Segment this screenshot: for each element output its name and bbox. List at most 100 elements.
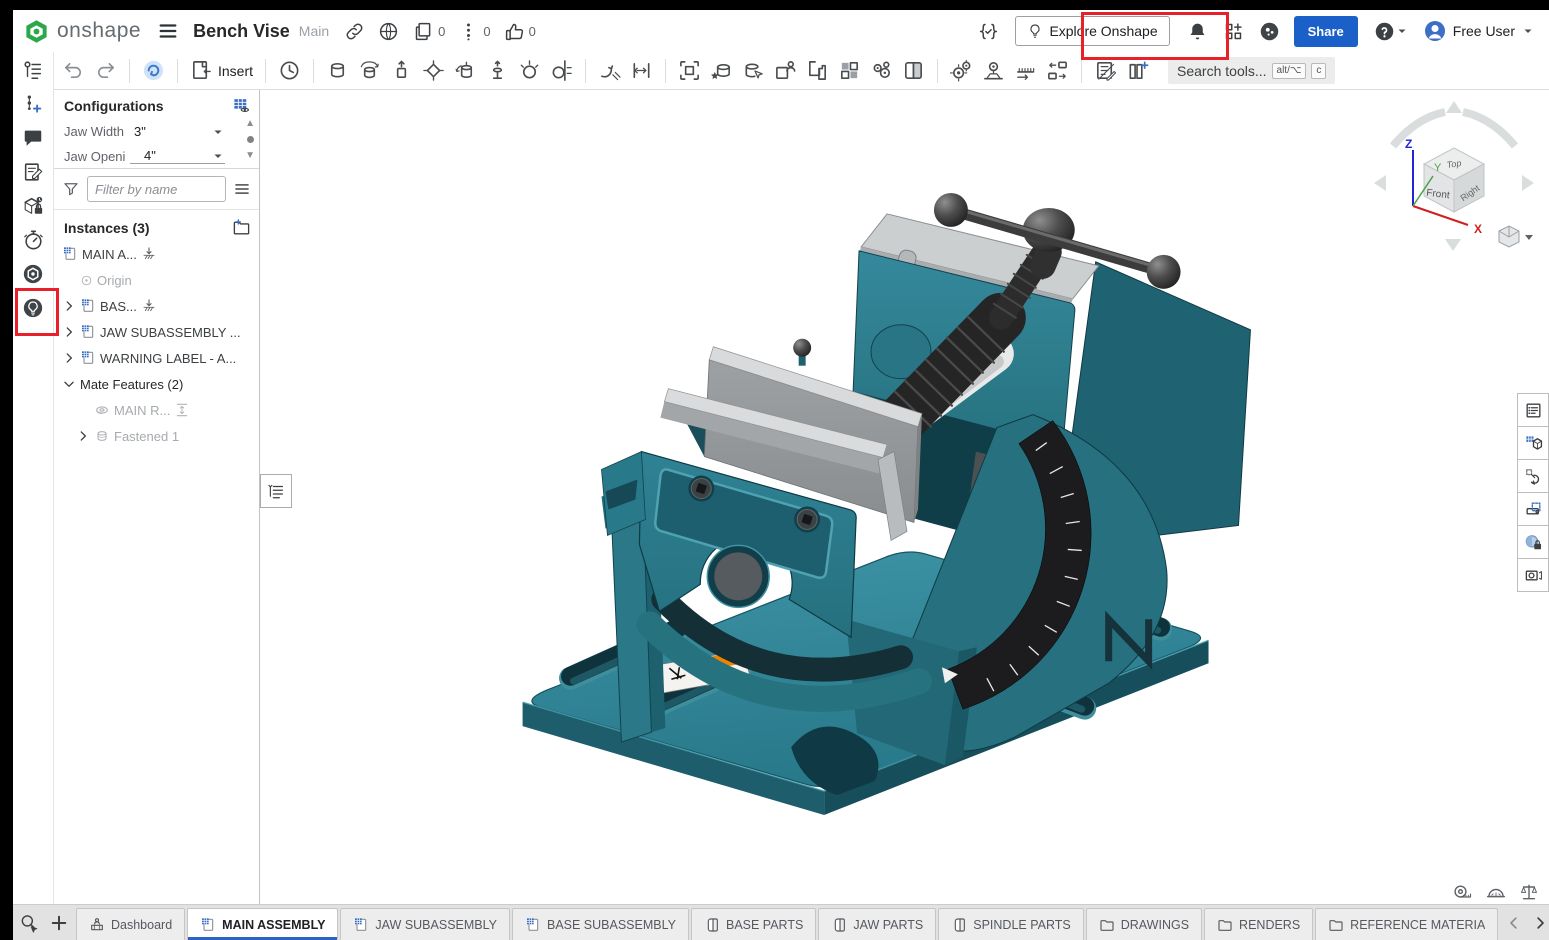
tree-row-mate-features[interactable]: Mate Features (2) <box>54 371 259 397</box>
appearance-button[interactable] <box>1517 526 1549 559</box>
tree-row-main-assembly[interactable]: MAIN A... <box>54 241 259 267</box>
expand-icon[interactable] <box>76 429 90 443</box>
onshape-logo-icon[interactable] <box>23 18 50 45</box>
view-cube[interactable]: Top Front Right Z X Y <box>1371 98 1539 260</box>
scroll-tabs-right-icon[interactable] <box>1531 914 1549 932</box>
tab-main-assembly[interactable]: MAIN ASSEMBLY <box>187 908 338 940</box>
filter-icon[interactable] <box>62 180 80 198</box>
gear-relation-icon[interactable] <box>950 59 973 82</box>
help-icon[interactable] <box>1374 21 1395 42</box>
scroll-up-icon[interactable]: ▲ <box>245 118 255 129</box>
insert-column-icon[interactable] <box>1126 59 1149 82</box>
collapse-icon[interactable] <box>62 377 76 391</box>
share-button[interactable]: Share <box>1294 16 1358 47</box>
redo-icon[interactable] <box>94 59 117 82</box>
tab-jaw-subassembly[interactable]: JAW SUBASSEMBLY <box>340 908 510 940</box>
comments-icon[interactable] <box>22 127 44 149</box>
versions-icon[interactable] <box>458 21 479 42</box>
tips-icon[interactable] <box>22 297 44 319</box>
rotate-view-icon[interactable] <box>142 59 165 82</box>
configuration-table-icon[interactable] <box>232 96 251 115</box>
apps-icon[interactable] <box>1223 21 1244 42</box>
tab-spindle-parts[interactable]: SPINDLE PARTS <box>938 908 1084 940</box>
learning-center-icon[interactable] <box>22 263 44 285</box>
group-icon[interactable] <box>870 59 893 82</box>
workspace-name[interactable]: Main <box>299 23 329 39</box>
notifications-icon[interactable] <box>1187 21 1208 42</box>
slider-mate-icon[interactable] <box>390 59 413 82</box>
properties-icon[interactable] <box>22 161 44 183</box>
pin-slot-mate-icon[interactable] <box>486 59 509 82</box>
tab-dashboard[interactable]: Dashboard <box>76 908 185 940</box>
fastened-mate-icon[interactable] <box>326 59 349 82</box>
tree-row-main-revolute[interactable]: MAIN R... <box>54 397 259 423</box>
add-folder-icon[interactable] <box>232 218 251 237</box>
scroll-thumb[interactable] <box>247 136 254 143</box>
share-link-icon[interactable] <box>344 21 365 42</box>
public-doc-icon[interactable] <box>378 21 399 42</box>
help-caret-icon[interactable] <box>1395 24 1409 38</box>
explode-view-button[interactable] <box>1517 460 1549 493</box>
undo-icon[interactable] <box>62 59 85 82</box>
isolate-button[interactable] <box>1517 427 1549 460</box>
planar-mate-icon[interactable] <box>422 59 445 82</box>
user-menu[interactable]: Free User <box>1423 19 1535 43</box>
revolute-mate-icon[interactable] <box>358 59 381 82</box>
list-options-icon[interactable] <box>233 180 251 198</box>
measure-icon[interactable] <box>1453 882 1473 902</box>
panel-toggle-button[interactable] <box>260 474 292 508</box>
tab-reference-material[interactable]: REFERENCE MATERIA <box>1315 908 1498 940</box>
bom-panel-button[interactable] <box>1517 393 1549 427</box>
replicate-icon[interactable] <box>1046 59 1069 82</box>
jaw-opening-select[interactable]: 4" <box>130 148 225 164</box>
tab-search-icon[interactable] <box>19 913 39 933</box>
search-tools[interactable]: Search tools... alt/⌥ c <box>1168 57 1335 84</box>
tangent-mate-icon[interactable] <box>550 59 573 82</box>
add-tab-icon[interactable] <box>49 913 69 933</box>
create-part-icon[interactable] <box>710 59 733 82</box>
jaw-width-select[interactable]: 3" <box>130 124 225 139</box>
relation-icon[interactable] <box>598 59 621 82</box>
tree-row-origin[interactable]: Origin <box>54 267 259 293</box>
linear-relation-icon[interactable] <box>1014 59 1037 82</box>
ball-mate-icon[interactable] <box>518 59 541 82</box>
edit-part-icon[interactable] <box>742 59 765 82</box>
3d-viewport[interactable]: Top Front Right Z X Y <box>260 90 1549 904</box>
feedback-icon[interactable] <box>1259 21 1280 42</box>
tab-renders[interactable]: RENDERS <box>1204 908 1313 940</box>
tab-base-subassembly[interactable]: BASE SUBASSEMBLY <box>512 908 689 940</box>
dev-api-icon[interactable] <box>978 21 999 42</box>
insert-button[interactable]: Insert <box>190 59 253 82</box>
document-title[interactable]: Bench Vise <box>193 21 290 42</box>
model-socket-screw[interactable] <box>688 476 714 502</box>
likes-icon[interactable] <box>504 21 525 42</box>
tree-row-fastened[interactable]: Fastened 1 <box>54 423 259 449</box>
transform-icon[interactable] <box>806 59 829 82</box>
view-cube-top-label[interactable]: Top <box>1446 158 1462 170</box>
tab-base-parts[interactable]: BASE PARTS <box>691 908 816 940</box>
tree-row-jaw-subassembly[interactable]: JAW SUBASSEMBLY ... <box>54 319 259 345</box>
expand-icon[interactable] <box>62 325 76 339</box>
main-menu-icon[interactable] <box>157 20 179 42</box>
config-scroll-rail[interactable]: ▲ ▼ <box>245 118 255 161</box>
rack-pinion-icon[interactable] <box>982 59 1005 82</box>
named-position-icon[interactable] <box>678 59 701 82</box>
expand-icon[interactable] <box>62 351 76 365</box>
standard-content-icon[interactable] <box>22 195 44 217</box>
named-views-button[interactable] <box>1517 559 1549 592</box>
tree-row-base-subassembly[interactable]: BAS... <box>54 293 259 319</box>
mass-properties-icon[interactable] <box>1519 882 1539 902</box>
model-pivot-pin[interactable] <box>707 545 769 607</box>
versions-panel-icon[interactable] <box>22 93 44 115</box>
mate-connector-icon[interactable] <box>630 59 653 82</box>
tree-row-warning-label[interactable]: WARNING LABEL - A... <box>54 345 259 371</box>
bom-icon[interactable] <box>1094 59 1117 82</box>
explore-onshape-button[interactable]: Explore Onshape <box>1015 16 1169 46</box>
feature-list-icon[interactable] <box>22 59 44 81</box>
cylindrical-mate-icon[interactable] <box>454 59 477 82</box>
section-view-button[interactable] <box>1517 493 1549 526</box>
display-states-icon[interactable] <box>902 59 925 82</box>
tab-jaw-parts[interactable]: JAW PARTS <box>818 908 936 940</box>
angle-measure-icon[interactable] <box>1486 882 1506 902</box>
pattern-icon[interactable] <box>838 59 861 82</box>
